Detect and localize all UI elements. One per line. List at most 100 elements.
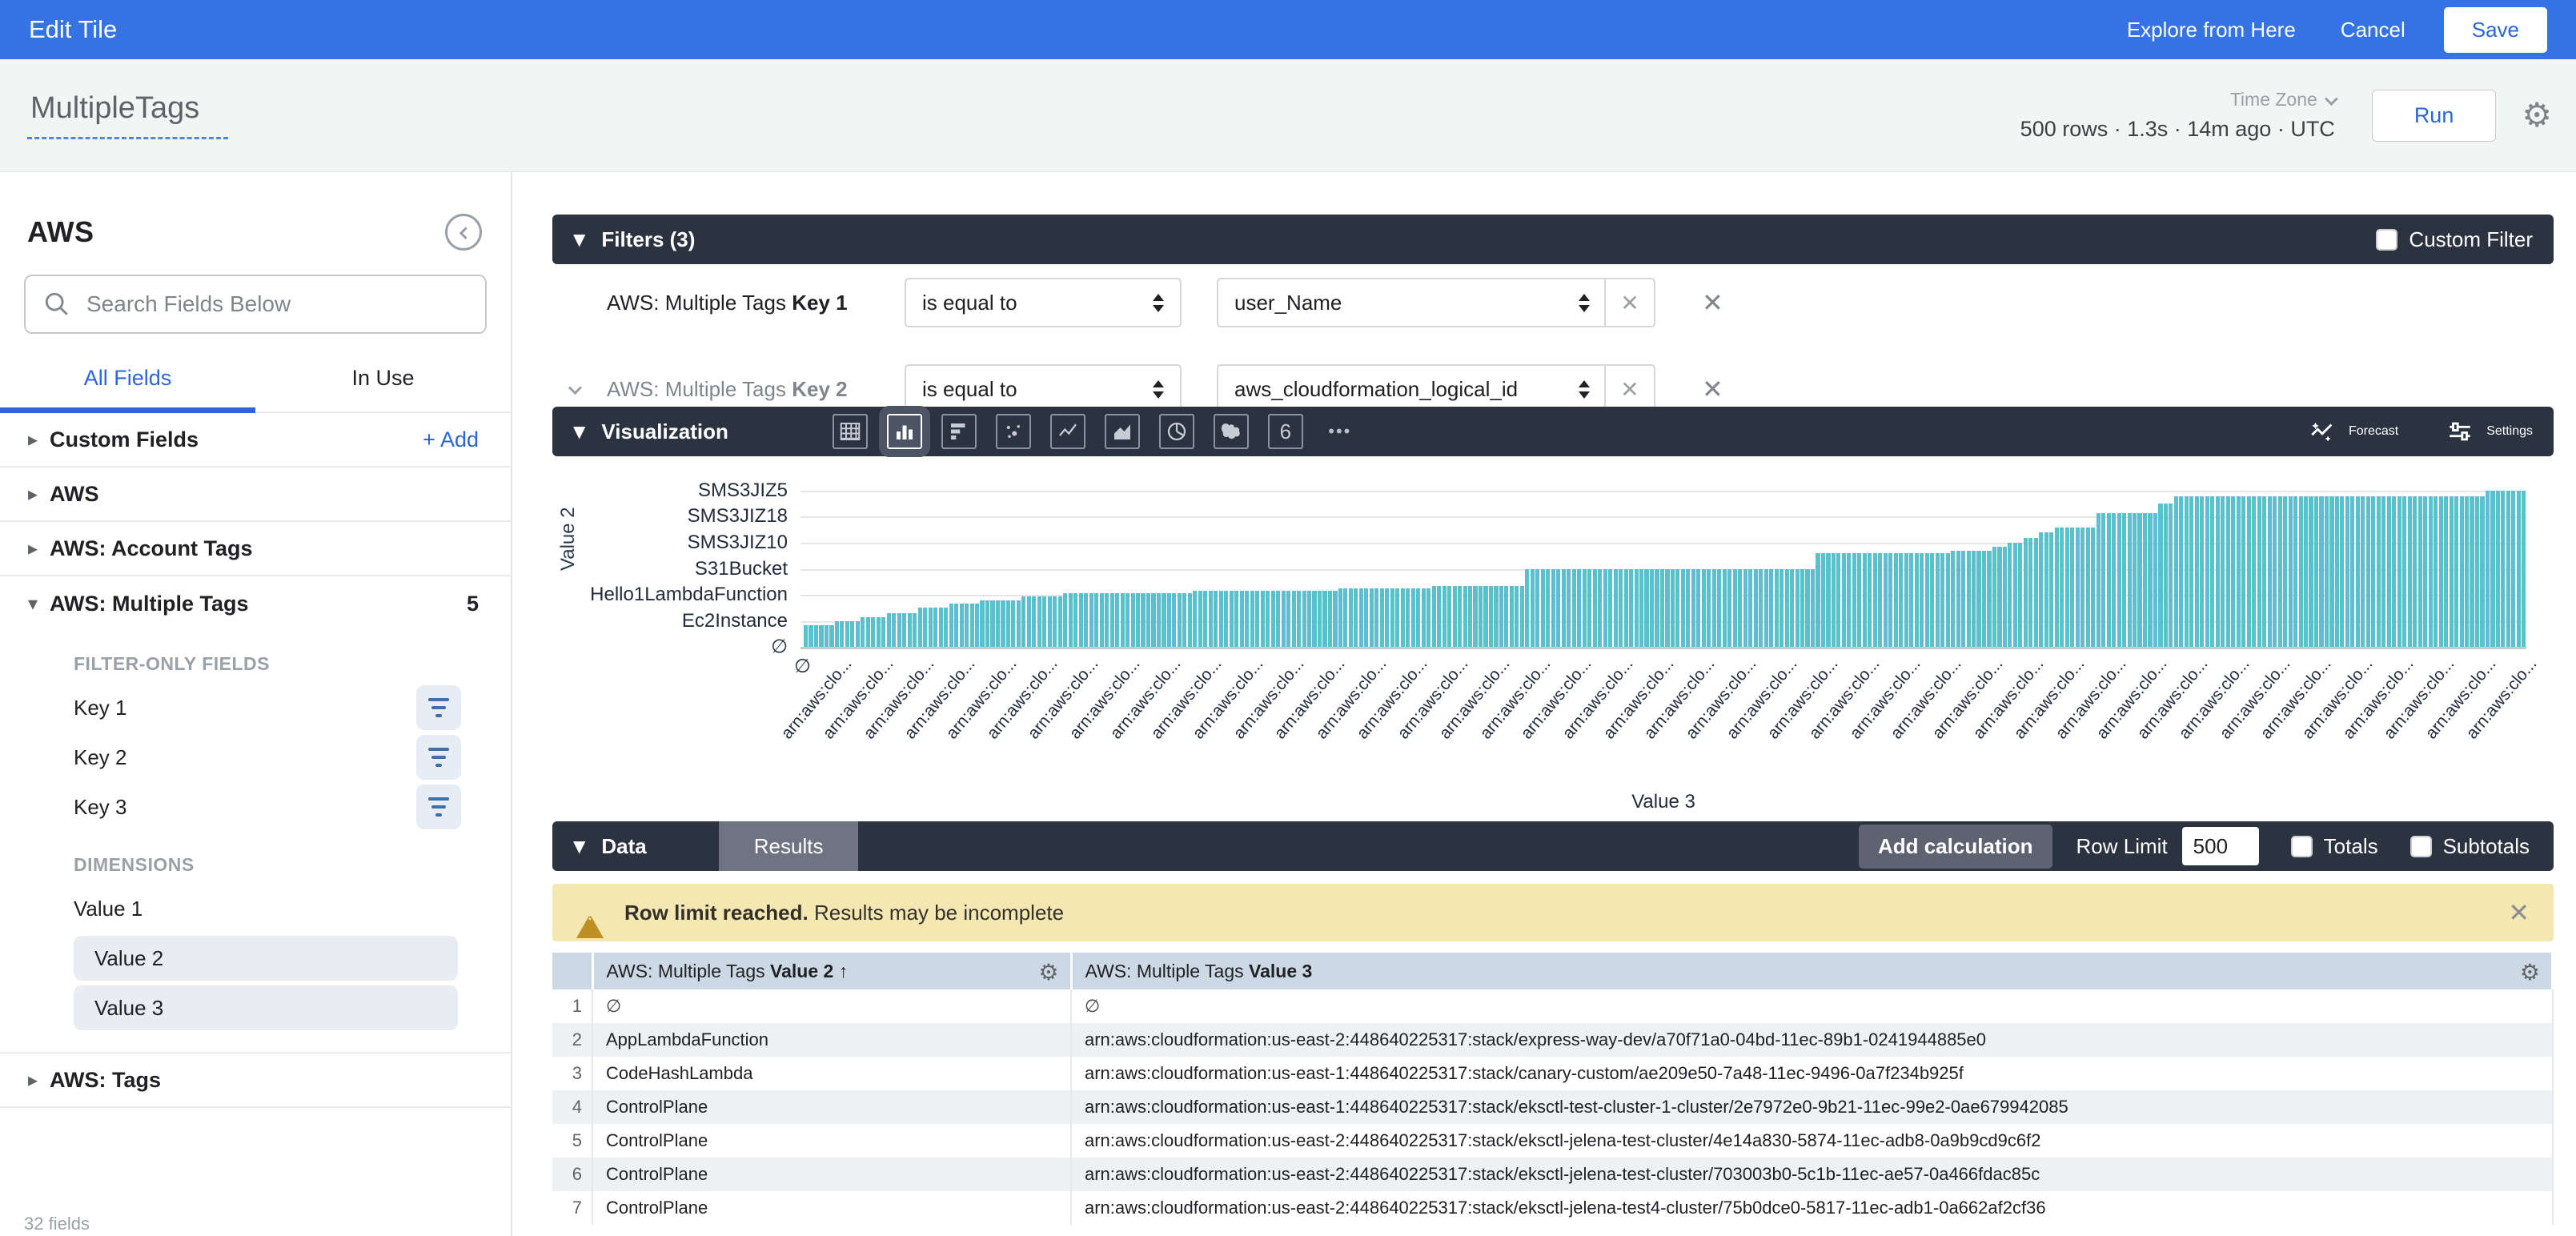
data-section-bar[interactable]: ▼ Data Results Add calculation Row Limit…: [552, 821, 2554, 871]
chart-bar: [1385, 588, 1389, 647]
pie-chart-icon[interactable]: [1159, 414, 1194, 449]
chart-bar: [1322, 591, 1326, 647]
more-options-icon[interactable]: •••: [1322, 414, 1358, 449]
tab-in-use[interactable]: In Use: [255, 366, 511, 411]
chart-bar: [1759, 569, 1763, 648]
dimensions-heading: DIMENSIONS: [0, 832, 511, 884]
chart-bar: [980, 600, 984, 648]
chart-bar: [2080, 528, 2084, 647]
chart-bar: [949, 604, 953, 647]
table-row[interactable]: 6ControlPlanearn:aws:cloudformation:us-e…: [552, 1158, 2553, 1191]
forecast-button[interactable]: Forecast: [2309, 418, 2398, 445]
column-gear-icon[interactable]: ⚙: [1038, 959, 1058, 985]
filters-section-bar[interactable]: ▼ Filters (3) Custom Filter: [552, 215, 2554, 264]
explore-name: MultipleTags: [27, 91, 228, 139]
chart-bar: [1292, 591, 1296, 647]
collapse-sidebar-button[interactable]: [445, 214, 482, 251]
map-chart-icon[interactable]: [1214, 414, 1249, 449]
remove-filter-icon[interactable]: ✕: [1702, 287, 1723, 318]
chart-bar: [2402, 496, 2406, 648]
table-row[interactable]: 2AppLambdaFunctionarn:aws:cloudformation…: [552, 1023, 2553, 1057]
scatter-plot-icon[interactable]: [996, 414, 1031, 449]
area-chart-icon[interactable]: [1105, 414, 1140, 449]
search-icon: [43, 291, 70, 318]
chart-bar: [1037, 596, 1041, 647]
tab-all-fields[interactable]: All Fields: [0, 366, 255, 411]
filter-operator-select[interactable]: is equal to: [905, 278, 1182, 327]
sidebar-section-aws-multiple-tags[interactable]: ▾ AWS: Multiple Tags 5: [0, 576, 511, 631]
chart-bar: [2200, 496, 2204, 648]
field-item-key-1[interactable]: Key 1: [0, 683, 511, 732]
search-input[interactable]: [86, 291, 467, 317]
sidebar-section-aws-tags[interactable]: ▸ AWS: Tags: [0, 1053, 511, 1108]
table-row[interactable]: 1∅∅: [552, 989, 2553, 1023]
line-chart-icon[interactable]: [1050, 414, 1085, 449]
subtotals-checkbox[interactable]: [2410, 836, 2432, 857]
select-arrows-icon: [1579, 294, 1590, 312]
timezone-dropdown[interactable]: Time Zone: [2230, 89, 2335, 110]
value2-cell: ControlPlane: [592, 1124, 1071, 1158]
filter-by-field-icon[interactable]: [416, 735, 461, 780]
column-gear-icon[interactable]: ⚙: [2520, 959, 2540, 985]
sidebar-section-aws[interactable]: ▸ AWS: [0, 468, 511, 522]
filter-operator-select[interactable]: is equal to: [905, 364, 1182, 407]
chart-bar: [1603, 569, 1607, 648]
gear-icon[interactable]: ⚙: [2522, 98, 2552, 132]
bar-chart-icon[interactable]: [941, 414, 977, 449]
chart-bar: [2345, 496, 2349, 648]
field-search-box[interactable]: [24, 275, 487, 334]
save-button[interactable]: Save: [2444, 7, 2547, 53]
close-warning-icon[interactable]: ✕: [2508, 897, 2530, 928]
sidebar-section-aws-account-tags[interactable]: ▸ AWS: Account Tags: [0, 522, 511, 576]
filter-value-select[interactable]: aws_cloudformation_logical_id ✕: [1217, 364, 1655, 407]
chart-bar: [1473, 586, 1477, 647]
explore-from-here-link[interactable]: Explore from Here: [2127, 18, 2296, 42]
sidebar-section-custom-fields[interactable]: ▸ Custom Fields + Add: [0, 413, 511, 468]
filter-by-field-icon[interactable]: [416, 685, 461, 730]
table-row[interactable]: 3CodeHashLambdaarn:aws:cloudformation:us…: [552, 1057, 2553, 1090]
filter-row-key1: AWS: Multiple Tags Key 1 is equal to use…: [552, 278, 2554, 327]
clear-value-icon[interactable]: ✕: [1604, 279, 1654, 326]
chevron-down-icon[interactable]: [568, 381, 582, 395]
field-item-key-3[interactable]: Key 3: [0, 782, 511, 832]
remove-filter-icon[interactable]: ✕: [1702, 374, 1723, 404]
cancel-button[interactable]: Cancel: [2341, 18, 2405, 42]
run-button[interactable]: Run: [2372, 90, 2497, 142]
add-custom-field-button[interactable]: + Add: [423, 427, 479, 452]
chart-bar: [1624, 569, 1628, 648]
custom-filter-checkbox[interactable]: [2376, 229, 2397, 251]
table-row[interactable]: 7ControlPlanearn:aws:cloudformation:us-e…: [552, 1191, 2553, 1225]
field-item-key-2[interactable]: Key 2: [0, 732, 511, 782]
chart-bar: [1671, 569, 1675, 648]
chart-bar: [1499, 586, 1503, 647]
visualization-section-bar[interactable]: ▼ Visualization 6••• Forecast S: [552, 407, 2554, 456]
filter-value-select[interactable]: user_Name ✕: [1217, 278, 1655, 327]
chart-bar: [1873, 553, 1877, 647]
field-item-value-2[interactable]: Value 2: [0, 933, 511, 983]
chart-bar: [1826, 553, 1830, 647]
chart-bar: [1577, 569, 1581, 648]
section-label: AWS: Account Tags: [50, 536, 253, 561]
column-header-value2[interactable]: AWS: Multiple Tags Value 2 ↑ ⚙: [592, 953, 1071, 989]
chart-bar: [2133, 513, 2137, 647]
chart-bar: [1001, 600, 1005, 648]
single-value-icon[interactable]: 6: [1268, 414, 1303, 449]
column-chart-icon[interactable]: [887, 414, 922, 449]
clear-value-icon[interactable]: ✕: [1604, 366, 1654, 407]
table-row[interactable]: 5ControlPlanearn:aws:cloudformation:us-e…: [552, 1124, 2553, 1158]
table-row[interactable]: 4ControlPlanearn:aws:cloudformation:us-e…: [552, 1090, 2553, 1124]
field-item-value-1[interactable]: Value 1: [0, 884, 511, 933]
table-chart-icon[interactable]: [833, 414, 868, 449]
tab-results[interactable]: Results: [719, 821, 859, 871]
row-limit-input[interactable]: [2182, 827, 2259, 865]
add-calculation-button[interactable]: Add calculation: [1859, 825, 2052, 869]
chart-bar: [1266, 591, 1270, 647]
chart-bar: [1422, 588, 1426, 647]
column-header-value3[interactable]: AWS: Multiple Tags Value 3 ⚙: [1071, 953, 2553, 989]
chart-bar: [1888, 553, 1892, 647]
filter-by-field-icon[interactable]: [416, 785, 461, 829]
totals-checkbox[interactable]: [2291, 836, 2313, 857]
viz-settings-button[interactable]: Settings: [2446, 418, 2533, 445]
settings-label: Settings: [2486, 424, 2533, 439]
field-item-value-3[interactable]: Value 3: [0, 983, 511, 1033]
